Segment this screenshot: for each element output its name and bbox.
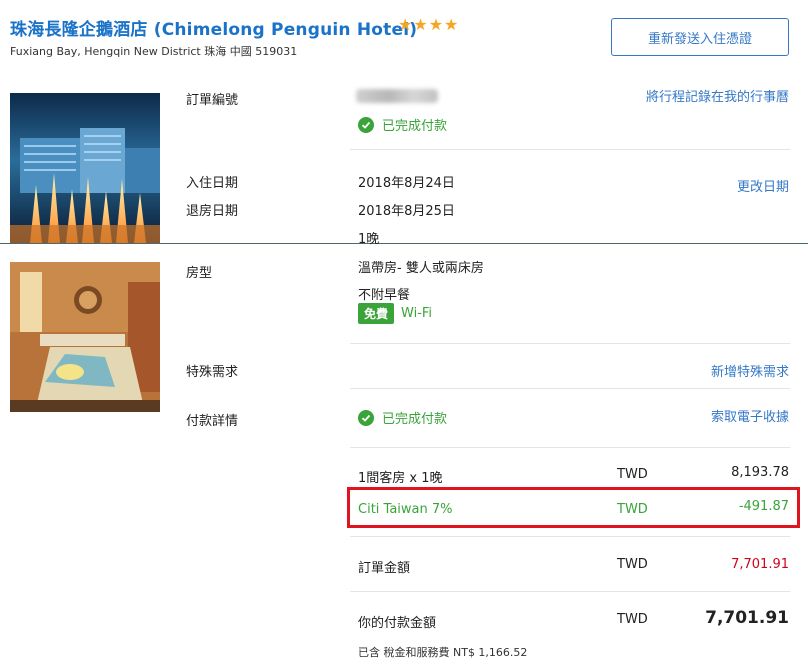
order-total-currency: TWD [617,557,648,572]
nights-count: 1晚 [358,232,380,247]
room-type-label: 房型 [186,266,213,281]
highlight-box [347,487,800,528]
checkin-label: 入住日期 [186,176,239,191]
room-type: 溫帶房- 雙人或兩床房 [358,261,484,276]
order-total-label: 訂單金額 [358,561,411,576]
room-image [10,262,160,412]
room-charge-amount: 8,193.78 [731,465,789,480]
check-circle-icon [358,409,374,426]
change-date-link[interactable]: 更改日期 [737,176,789,195]
divider [350,447,790,448]
hotel-exterior-image [10,93,160,243]
order-number-redacted [356,89,438,103]
resend-voucher-button[interactable]: 重新發送入住憑證 [611,18,789,56]
payment-status: 已完成付款 [358,115,447,134]
add-to-calendar-link[interactable]: 將行程記錄在我的行事曆 [639,88,789,107]
payment-details-status: 已完成付款 [358,408,447,427]
section-divider [0,243,808,244]
checkout-label: 退房日期 [186,204,239,219]
request-receipt-link[interactable]: 索取電子收據 [711,406,789,425]
wifi-label: Wi-Fi [401,306,433,321]
your-payment-currency: TWD [617,612,648,627]
free-badge: 免費 [358,303,395,324]
checkout-date: 2018年8月25日 [358,204,455,219]
payment-status-text: 已完成付款 [382,119,448,134]
hotel-name: 珠海長隆企鵝酒店 (Chimelong Penguin Hotel) [10,20,418,40]
room-charge-desc: 1間客房 x 1晚 [358,471,443,486]
order-total-amount: 7,701.91 [731,557,789,572]
payment-details-status-text: 已完成付款 [382,412,448,427]
checkin-date: 2018年8月24日 [358,176,455,191]
wifi-badge: 免費 Wi-Fi [358,303,432,324]
your-payment-label: 你的付款金額 [358,616,437,631]
hotel-address: Fuxiang Bay, Hengqin New District 珠海 中國 … [10,45,298,58]
star-rating: ★★★★ [398,15,460,34]
divider [350,536,790,537]
order-number-label: 訂單編號 [186,93,239,108]
add-special-request-link[interactable]: 新增特殊需求 [711,361,789,380]
your-payment-amount: 7,701.91 [705,608,789,628]
room-charge-currency: TWD [617,467,648,482]
divider [350,343,790,344]
divider [350,591,790,592]
tax-note: 已含 稅金和服務費 NT$ 1,166.52 [358,646,528,659]
divider [350,388,790,389]
payment-details-label: 付款詳情 [186,414,239,429]
breakfast-info: 不附早餐 [358,288,411,303]
check-circle-icon [358,116,374,133]
special-requests-label: 特殊需求 [186,365,239,380]
divider [350,149,790,150]
